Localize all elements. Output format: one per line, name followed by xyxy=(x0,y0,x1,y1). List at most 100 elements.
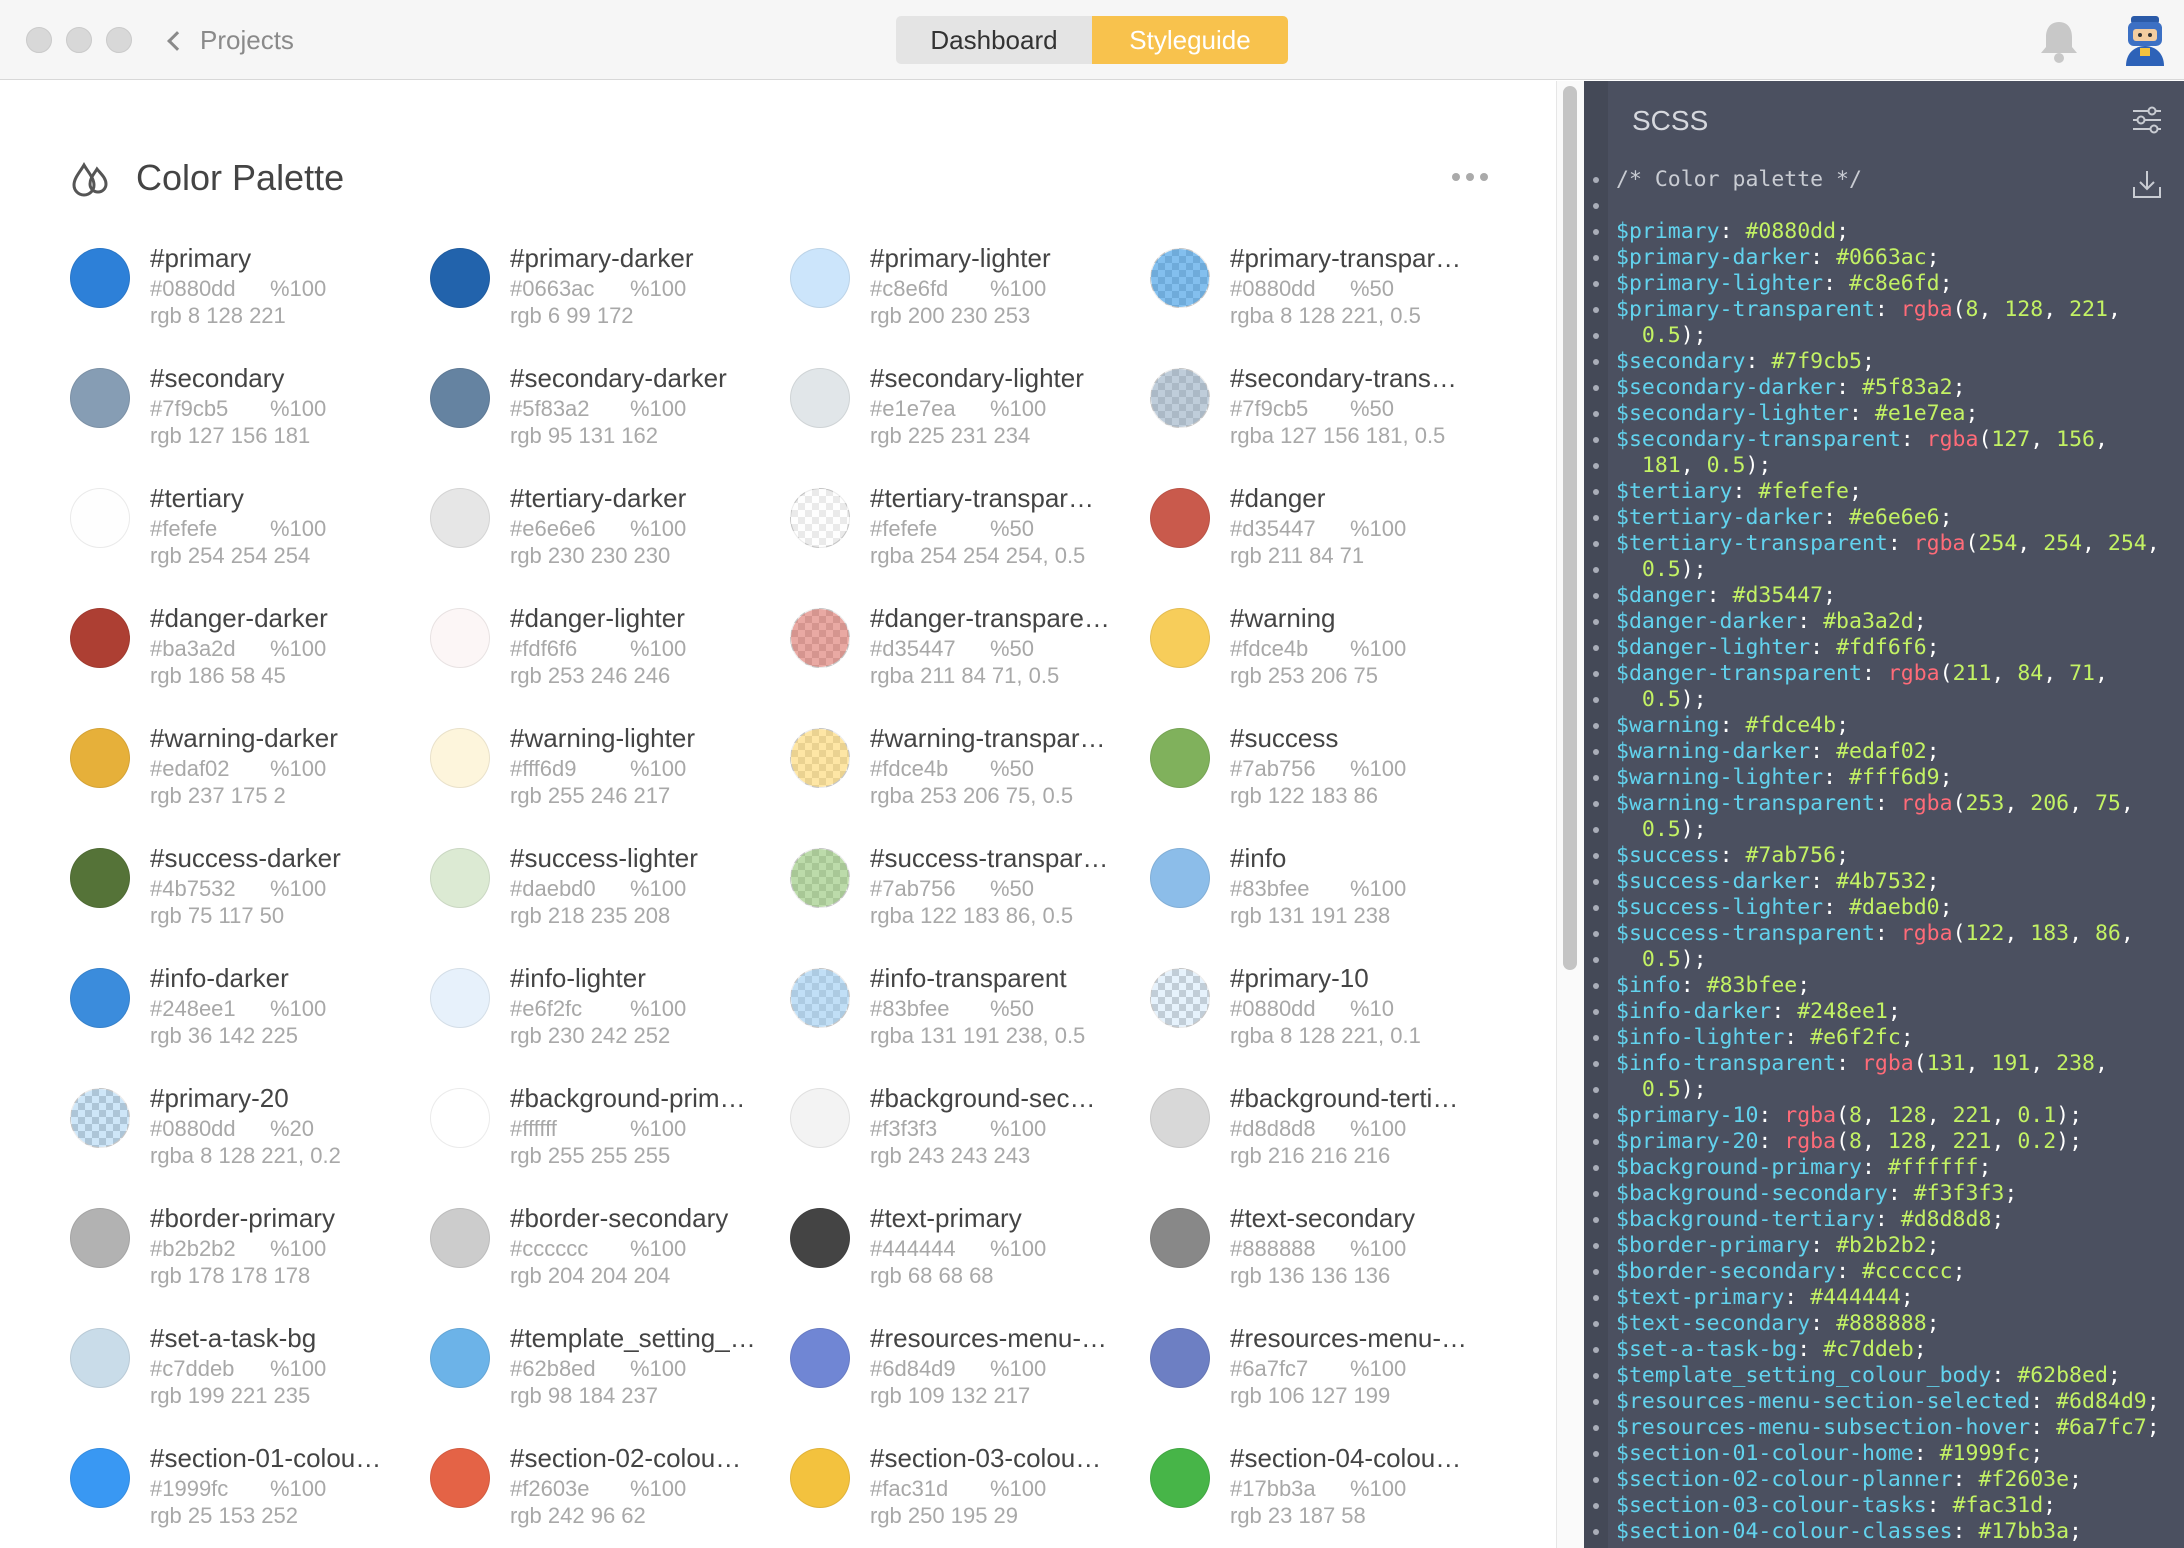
avatar[interactable] xyxy=(2118,12,2172,68)
color-swatch[interactable]: #warning-lighter #fff6d9 %100 rgb 255 246 2… xyxy=(430,721,790,841)
color-swatch[interactable]: #danger-transpare… #d35447 %50 rgba 211 84 … xyxy=(790,601,1150,721)
color-swatch[interactable]: #section-03-colou… #fac31d %100 rgb 250 195… xyxy=(790,1441,1150,1548)
color-swatch[interactable]: #background-terti… #d8d8d8 %100 rgb 216 216… xyxy=(1150,1081,1510,1201)
color-swatch[interactable]: #primary-lighter #c8e6fd %100 rgb 200 230 2… xyxy=(790,241,1150,361)
color-swatch[interactable]: #primary #0880dd %100 rgb 8 128 221 xyxy=(70,241,430,361)
color-swatch[interactable]: #success-transpar… #7ab756 %50 rgba 122 183… xyxy=(790,841,1150,961)
more-options-button[interactable] xyxy=(1452,173,1488,181)
color-swatch[interactable]: #primary-darker #0663ac %100 rgb 6 99 172 xyxy=(430,241,790,361)
color-swatch[interactable]: #section-02-colou… #f2603e %100 rgb 242 96 … xyxy=(430,1441,790,1548)
code-token: : xyxy=(1719,713,1746,738)
bell-icon[interactable] xyxy=(2034,16,2084,66)
color-swatch[interactable]: #secondary-lighter #e1e7ea %100 rgb 225 231… xyxy=(790,361,1150,481)
window-close-button[interactable] xyxy=(26,27,52,53)
swatch-text: #secondary-trans… #7f9cb5 %50 rgba 127 156 … xyxy=(1230,361,1500,449)
color-swatch[interactable]: #success #7ab756 %100 rgb 122 183 86 xyxy=(1150,721,1510,841)
color-swatch[interactable]: #info-darker #248ee1 %100 rgb 36 142 225 xyxy=(70,961,430,1081)
swatch-hex: #888888 xyxy=(1230,1236,1316,1261)
color-swatch[interactable]: #text-primary #444444 %100 rgb 68 68 68 xyxy=(790,1201,1150,1321)
code-token: 191 xyxy=(1991,1051,2031,1076)
scrollbar-thumb[interactable] xyxy=(1563,86,1577,970)
color-swatch[interactable]: #set-a-task-bg #c7ddeb %100 rgb 199 221 235 xyxy=(70,1321,430,1441)
window-minimize-button[interactable] xyxy=(66,27,92,53)
code-token: , xyxy=(2120,921,2134,946)
window-zoom-button[interactable] xyxy=(106,27,132,53)
color-swatch[interactable]: #text-secondary #888888 %100 rgb 136 136 13… xyxy=(1150,1201,1510,1321)
color-swatch[interactable]: #background-sec… #f3f3f3 %100 rgb 243 243 2… xyxy=(790,1081,1150,1201)
color-swatch[interactable]: #section-04-colou… #17bb3a %100 rgb 23 187 … xyxy=(1150,1441,1510,1548)
color-swatch[interactable]: #danger #d35447 %100 rgb 211 84 71 xyxy=(1150,481,1510,601)
tab-styleguide[interactable]: Styleguide xyxy=(1092,16,1288,64)
swatch-name: #warning-transpar… xyxy=(870,723,1106,753)
swatch-name: #danger-darker xyxy=(150,603,328,633)
color-swatch[interactable]: #primary-10 #0880dd %10 rgba 8 128 221, 0.1 xyxy=(1150,961,1510,1081)
swatch-circle xyxy=(1150,848,1210,908)
back-to-projects-link[interactable]: Projects xyxy=(167,22,294,58)
line-marker xyxy=(1593,879,1599,885)
line-marker xyxy=(1593,671,1599,677)
color-swatch[interactable]: #warning #fdce4b %100 rgb 253 206 75 xyxy=(1150,601,1510,721)
color-swatch[interactable]: #primary-20 #0880dd %20 rgba 8 128 221, 0.2 xyxy=(70,1081,430,1201)
swatch-rgb: rgb 6 99 172 xyxy=(510,303,634,328)
color-swatch[interactable]: #tertiary-darker #e6e6e6 %100 rgb 230 230 2… xyxy=(430,481,790,601)
code-line: $success-darker: #4b7532; xyxy=(1584,869,2184,895)
code-token: , xyxy=(2094,427,2108,452)
swatch-hex: #e6f2fc xyxy=(510,996,583,1021)
line-marker xyxy=(1593,1113,1599,1119)
color-swatch[interactable]: #info-transparent #83bfee %50 rgba 131 191 … xyxy=(790,961,1150,1081)
code-token: ( xyxy=(1952,297,1966,322)
code-token: #c7ddeb xyxy=(1823,1337,1914,1362)
swatch-opacity: %50 xyxy=(990,876,1035,901)
code-line: $danger: #d35447; xyxy=(1584,583,2184,609)
code-token: 0.5 xyxy=(1706,453,1746,478)
swatch-circle xyxy=(430,608,490,668)
swatch-rgb: rgb 230 242 252 xyxy=(510,1023,671,1048)
color-swatch[interactable]: #background-prim… #ffffff %100 rgb 255 255 … xyxy=(430,1081,790,1201)
color-swatch[interactable]: #secondary-darker #5f83a2 %100 rgb 95 131 1… xyxy=(430,361,790,481)
code-line: $info-transparent: rgba(131, 191, 238, xyxy=(1584,1051,2184,1077)
swatch-rgb: rgb 254 254 254 xyxy=(150,543,311,568)
color-swatch[interactable]: #border-secondary #cccccc %100 rgb 204 204 … xyxy=(430,1201,790,1321)
color-swatch[interactable]: #resources-menu-… #6d84d9 %100 rgb 109 132 … xyxy=(790,1321,1150,1441)
line-marker xyxy=(1593,1347,1599,1353)
color-swatch[interactable]: #resources-menu-… #6a7fc7 %100 rgb 106 127 … xyxy=(1150,1321,1510,1441)
code-line: 0.5); xyxy=(1584,817,2184,843)
sliders-icon[interactable] xyxy=(2130,103,2164,137)
swatch-name: #warning-darker xyxy=(150,723,338,753)
color-swatch[interactable]: #success-lighter #daebd0 %100 rgb 218 235 2… xyxy=(430,841,790,961)
color-swatch[interactable]: #primary-transpar… #0880dd %50 rgba 8 128 2… xyxy=(1150,241,1510,361)
color-swatch[interactable]: #danger-darker #ba3a2d %100 rgb 186 58 45 xyxy=(70,601,430,721)
swatch-rgb: rgba 254 254 254, 0.5 xyxy=(870,543,1086,568)
code-token: $template_setting_colour_body xyxy=(1616,1363,1992,1388)
line-marker xyxy=(1593,957,1599,963)
line-marker xyxy=(1593,1243,1599,1249)
code-token: : xyxy=(1874,791,1901,816)
swatch-hex: #83bfee xyxy=(870,996,950,1021)
color-swatch[interactable]: #success-darker #4b7532 %100 rgb 75 117 50 xyxy=(70,841,430,961)
swatch-rgb: rgb 243 243 243 xyxy=(870,1143,1031,1168)
color-swatch[interactable]: #warning-darker #edaf02 %100 rgb 237 175 2 xyxy=(70,721,430,841)
swatch-hex: #7f9cb5 xyxy=(150,396,229,421)
tab-dashboard[interactable]: Dashboard xyxy=(896,16,1092,64)
color-swatch[interactable]: #danger-lighter #fdf6f6 %100 rgb 253 246 24… xyxy=(430,601,790,721)
color-swatch[interactable]: #tertiary #fefefe %100 rgb 254 254 254 xyxy=(70,481,430,601)
code-token: ; xyxy=(1913,609,1927,634)
color-swatch[interactable]: #template_setting_… #62b8ed %100 rgb 98 184… xyxy=(430,1321,790,1441)
color-swatch[interactable]: #info #83bfee %100 rgb 131 191 238 xyxy=(1150,841,1510,961)
code-token: #c8e6fd xyxy=(1849,271,1940,296)
scss-code[interactable]: /* Color palette */$primary: #0880dd; $pr… xyxy=(1584,167,2184,1545)
swatch-hex-row: #c7ddeb %100 xyxy=(150,1355,420,1382)
color-swatch[interactable]: #secondary-trans… #7f9cb5 %50 rgba 127 156 … xyxy=(1150,361,1510,481)
code-token: ; xyxy=(1926,245,1940,270)
code-line: $primary-transparent: rgba(8, 128, 221, xyxy=(1584,297,2184,323)
swatch-name: #resources-menu-… xyxy=(1230,1323,1467,1353)
color-swatch[interactable]: #info-lighter #e6f2fc %100 rgb 230 242 252 xyxy=(430,961,790,1081)
color-swatch[interactable]: #border-primary #b2b2b2 %100 rgb 178 178 17… xyxy=(70,1201,430,1321)
line-marker xyxy=(1593,723,1599,729)
swatch-circle xyxy=(70,1328,130,1388)
color-swatch[interactable]: #secondary #7f9cb5 %100 rgb 127 156 181 xyxy=(70,361,430,481)
code-token: , xyxy=(2043,661,2070,686)
color-swatch[interactable]: #warning-transpar… #fdce4b %50 rgba 253 206… xyxy=(790,721,1150,841)
color-swatch[interactable]: #section-01-colou… #1999fc %100 rgb 25 153 … xyxy=(70,1441,430,1548)
color-swatch[interactable]: #tertiary-transpar… #fefefe %50 rgba 254 25… xyxy=(790,481,1150,601)
